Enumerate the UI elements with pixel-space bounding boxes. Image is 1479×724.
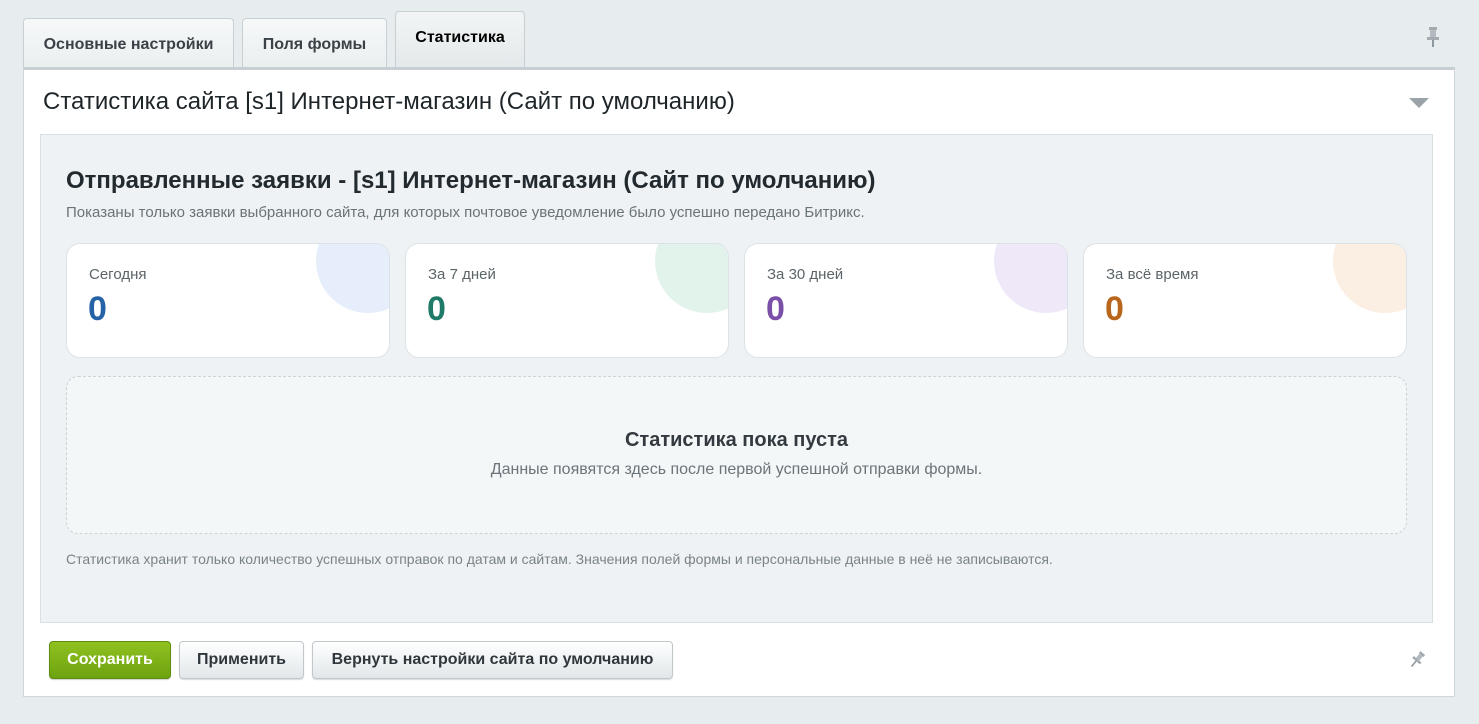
empty-state-title: Статистика пока пуста — [624, 429, 849, 451]
stat-card-30-days: За 30 дней 0 — [744, 243, 1068, 358]
pin-icon[interactable] — [1407, 650, 1427, 670]
stats-description: Показаны только заявки выбранного сайта,… — [66, 204, 865, 221]
decorative-circle — [994, 244, 1067, 313]
stat-value: 0 — [1105, 290, 1124, 328]
stat-value: 0 — [766, 290, 785, 328]
stat-label: Сегодня — [89, 266, 147, 283]
stat-card-7-days: За 7 дней 0 — [405, 243, 729, 358]
stat-label: За всё время — [1106, 266, 1199, 283]
stat-card-all-time: За всё время 0 — [1083, 243, 1407, 358]
section-title: Статистика сайта [s1] Интернет-магазин (… — [43, 88, 735, 115]
stat-label: За 7 дней — [428, 266, 496, 283]
decorative-circle — [316, 244, 389, 313]
stat-card-today: Сегодня 0 — [66, 243, 390, 358]
tab-statistics[interactable]: Статистика — [395, 11, 525, 70]
stats-footnote: Статистика хранит только количество успе… — [66, 551, 1053, 567]
decorative-circle — [655, 244, 728, 313]
tab-main-settings[interactable]: Основные настройки — [23, 18, 234, 70]
stats-container: Отправленные заявки - [s1] Интернет-мага… — [40, 134, 1433, 623]
pin-icon[interactable] — [1424, 26, 1442, 48]
stat-value: 0 — [427, 290, 446, 328]
reset-defaults-button[interactable]: Вернуть настройки сайта по умолчанию — [312, 641, 673, 679]
apply-button[interactable]: Применить — [179, 641, 304, 679]
empty-state-text: Данные появятся здесь после первой успеш… — [490, 461, 983, 478]
chevron-down-icon[interactable] — [1409, 98, 1429, 108]
tab-label: Статистика — [415, 29, 505, 46]
save-button[interactable]: Сохранить — [49, 641, 171, 679]
empty-state: Статистика пока пуста Данные появятся зд… — [66, 376, 1407, 534]
stat-label: За 30 дней — [767, 266, 844, 283]
tab-label: Поля формы — [262, 35, 367, 53]
tab-label: Основные настройки — [43, 35, 214, 53]
stats-title: Отправленные заявки - [s1] Интернет-мага… — [66, 167, 876, 194]
stat-value: 0 — [88, 290, 107, 328]
statistics-panel: Статистика сайта [s1] Интернет-магазин (… — [23, 67, 1455, 697]
decorative-circle — [1333, 244, 1406, 313]
tab-form-fields[interactable]: Поля формы — [242, 18, 387, 70]
